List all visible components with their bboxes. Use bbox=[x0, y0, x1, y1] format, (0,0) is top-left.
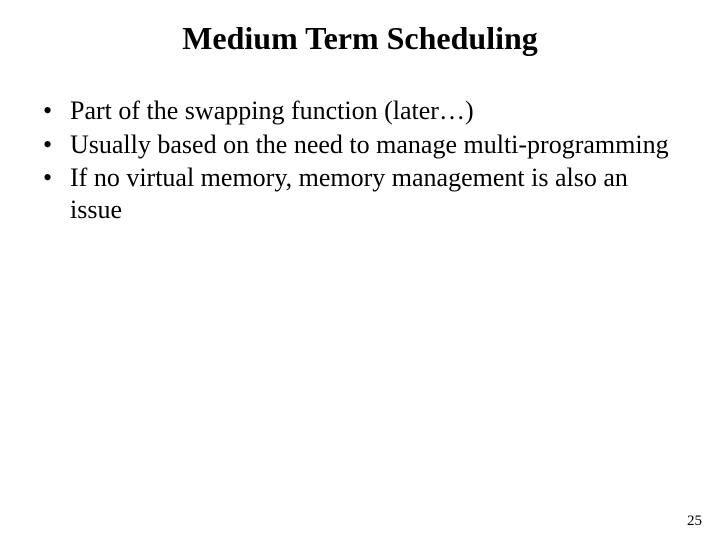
slide-container: Medium Term Scheduling Part of the swapp… bbox=[0, 0, 720, 540]
bullet-item: If no virtual memory, memory management … bbox=[40, 162, 680, 225]
bullet-item: Usually based on the need to manage mult… bbox=[40, 129, 680, 161]
bullet-list: Part of the swapping function (later…) U… bbox=[40, 95, 680, 226]
slide-title: Medium Term Scheduling bbox=[40, 20, 680, 57]
bullet-item: Part of the swapping function (later…) bbox=[40, 95, 680, 127]
page-number: 25 bbox=[687, 513, 702, 530]
